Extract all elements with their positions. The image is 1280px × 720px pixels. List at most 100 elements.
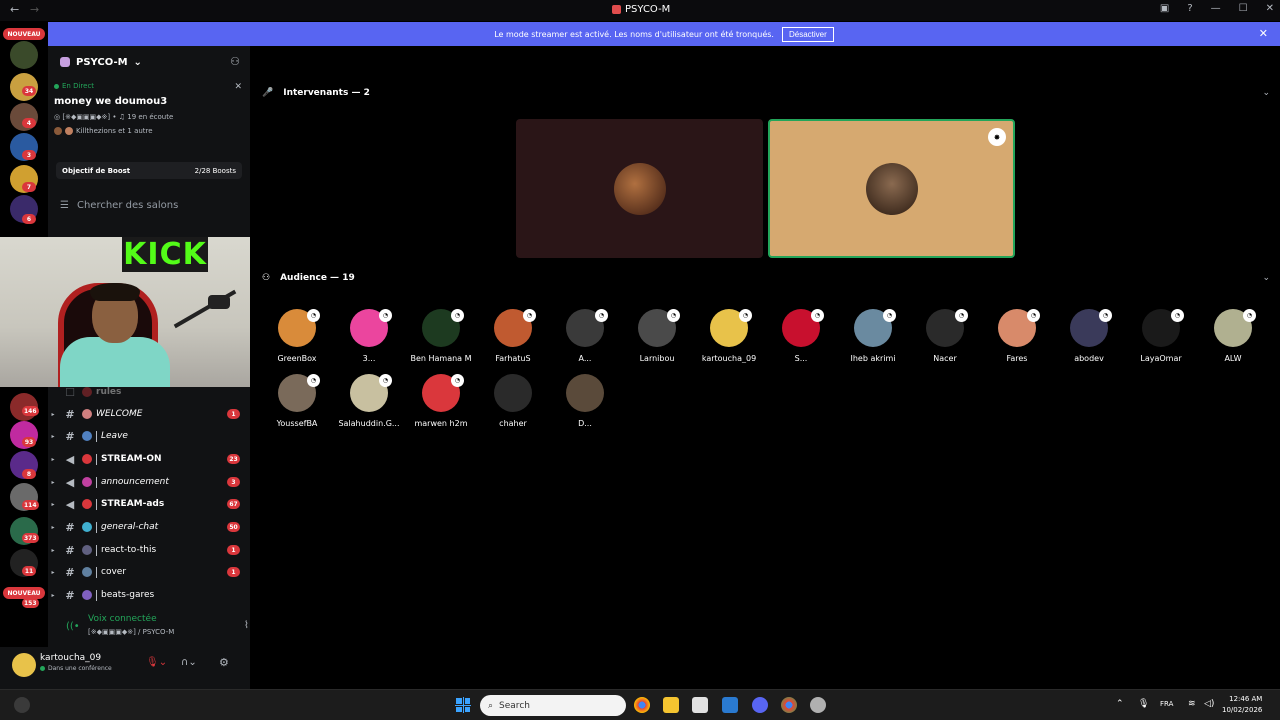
boost-goal[interactable]: Objectif de Boost 2/28 Boosts xyxy=(56,162,242,179)
listening-icon: ◔ xyxy=(451,374,464,387)
audience-member[interactable]: ◔ ALW xyxy=(1197,309,1269,369)
caret-icon: ▸ xyxy=(51,432,55,440)
muted-mic-icon[interactable]: 🎙⌄ xyxy=(146,657,167,668)
hash-icon: # xyxy=(65,429,75,443)
disable-streamer-button[interactable]: Désactiver xyxy=(781,26,834,42)
unread-badge: 1 xyxy=(227,545,240,555)
discord-icon[interactable] xyxy=(752,697,768,713)
divider xyxy=(96,566,97,578)
audience-member[interactable]: chaher xyxy=(477,374,549,434)
minimize-button[interactable]: — xyxy=(1211,3,1221,14)
server-icon[interactable] xyxy=(10,41,38,69)
listening-icon: ◔ xyxy=(379,374,392,387)
audience-member[interactable]: ◔ A... xyxy=(549,309,621,369)
back-arrow-icon[interactable]: ← xyxy=(10,3,19,16)
channel-item[interactable]: ▸ # general-chat 50 xyxy=(48,517,250,537)
channel-item[interactable]: ▸ # WELCOME 1 xyxy=(48,404,250,424)
widgets-icon[interactable] xyxy=(14,697,30,713)
voice-connected-panel: ((• Voix connectée [※◆▣▣▣◆※] / PSYCO-M ⌇… xyxy=(48,607,280,647)
chevron-down-icon[interactable]: ⌄ xyxy=(1262,273,1270,283)
speaker-tile-active[interactable]: ✸ xyxy=(768,119,1015,258)
folder-icon[interactable] xyxy=(663,697,679,713)
live-tag-text: En Direct xyxy=(62,82,95,90)
audience-member[interactable]: ◔ kartoucha_09 xyxy=(693,309,765,369)
close-window-button[interactable]: ✕ xyxy=(1266,3,1274,14)
chevron-down-icon[interactable]: ⌄ xyxy=(1262,88,1270,98)
mail-icon[interactable] xyxy=(722,697,738,713)
maximize-button[interactable]: ☐ xyxy=(1239,3,1248,14)
divider xyxy=(96,498,97,510)
microphone-shape xyxy=(208,295,230,309)
taskbar-clock[interactable]: 12:46 AM 10/02/2026 xyxy=(1222,694,1262,716)
audience-name: Salahuddin.G... xyxy=(338,419,400,428)
avatar[interactable] xyxy=(12,653,36,677)
kick-logo: KICK xyxy=(122,237,208,272)
audience-member[interactable]: ◔ S... xyxy=(765,309,837,369)
windows-start-icon[interactable] xyxy=(455,697,471,713)
user-status-text: Dans une conférence xyxy=(48,665,112,672)
channel-item[interactable]: ☐ rules xyxy=(48,382,250,402)
chrome-icon[interactable] xyxy=(781,697,797,713)
search-channels[interactable]: ☰ Chercher des salons xyxy=(60,200,178,211)
divider xyxy=(96,476,97,488)
speaker-tile[interactable] xyxy=(516,119,763,258)
audience-member[interactable]: ◔ GreenBox xyxy=(261,309,333,369)
audience-member[interactable]: ◔ Iheb akrimi xyxy=(837,309,909,369)
audience-member[interactable]: ◔ Fares xyxy=(981,309,1053,369)
listening-icon: ◔ xyxy=(1027,309,1040,322)
audience-member[interactable]: D... xyxy=(549,374,621,434)
audience-member[interactable]: ◔ abodev xyxy=(1053,309,1125,369)
channel-item[interactable]: ▸ # Leave xyxy=(48,426,250,446)
channel-name: react-to-this xyxy=(101,545,157,555)
banner-text: Le mode streamer est activé. Les noms d'… xyxy=(494,29,774,39)
clock-time: 12:46 AM xyxy=(1229,695,1263,703)
person-body-shape xyxy=(60,337,170,387)
headphones-icon[interactable]: ∩⌄ xyxy=(181,657,197,668)
close-icon[interactable]: ✕ xyxy=(1259,27,1268,40)
channel-item[interactable]: ▸ ◀ announcement 3 xyxy=(48,472,250,492)
channel-item[interactable]: ▸ ◀ STREAM-ads 67 xyxy=(48,494,250,514)
gear-icon[interactable]: ⚙ xyxy=(219,656,229,669)
audience-member[interactable]: ◔ Ben Hamana M xyxy=(405,309,477,369)
store-icon[interactable] xyxy=(692,697,708,713)
audience-member[interactable]: ◔ FarhatuS xyxy=(477,309,549,369)
audience-member[interactable]: ◔ YoussefBA xyxy=(261,374,333,434)
taskbar-search[interactable]: ⌕ Search xyxy=(480,695,626,716)
audience-name: Nacer xyxy=(933,354,957,363)
audience-member[interactable]: ◔ marwen h2m xyxy=(405,374,477,434)
audience-member[interactable]: ◔ 3... xyxy=(333,309,405,369)
channel-item[interactable]: ▸ # cover 1 xyxy=(48,562,250,582)
inbox-icon[interactable]: ▣ xyxy=(1160,3,1169,14)
channel-item[interactable]: ▸ ◀ STREAM-ON 23 xyxy=(48,449,250,469)
input-language[interactable]: FRA xyxy=(1160,700,1173,708)
audience-header[interactable]: ⚇ Audience — 19 xyxy=(262,273,355,283)
obs-icon[interactable] xyxy=(810,697,826,713)
add-member-icon[interactable]: ⚇ xyxy=(230,55,240,68)
channel-item[interactable]: ▸ # beats-gares xyxy=(48,585,250,605)
audience-member[interactable]: ◔ LayaOmar xyxy=(1125,309,1197,369)
listening-icon: ◔ xyxy=(379,309,392,322)
server-header[interactable]: PSYCO-M ⌄ ⚇ xyxy=(48,46,250,78)
boost-label: Objectif de Boost xyxy=(62,166,131,175)
people-icon: ⚇ xyxy=(262,273,271,283)
voice-title[interactable]: Voix connectée xyxy=(88,614,157,624)
listening-icon: ◔ xyxy=(739,309,752,322)
close-icon[interactable]: ✕ xyxy=(234,82,242,92)
forward-arrow-icon[interactable]: → xyxy=(30,3,39,16)
listening-icon: ◔ xyxy=(523,309,536,322)
live-stage-card[interactable]: En Direct ✕ money we doumou3 ◎ [※◆▣▣▣◆※]… xyxy=(54,82,242,154)
noise-suppression-icon[interactable]: ⌇ xyxy=(244,620,249,631)
chevron-up-icon[interactable]: ⌃ xyxy=(1116,699,1124,709)
volume-icon[interactable]: ◁) xyxy=(1204,699,1214,709)
speakers-header[interactable]: 🎤 Intervenants — 2 xyxy=(262,88,370,98)
wifi-icon[interactable]: ≋ xyxy=(1188,699,1196,709)
channel-item[interactable]: ▸ # react-to-this 1 xyxy=(48,540,250,560)
audience-member[interactable]: ◔ Nacer xyxy=(909,309,981,369)
audience-member[interactable]: ◔ Larnibou xyxy=(621,309,693,369)
window-title-text: PSYCO-M xyxy=(625,4,671,15)
audience-name: Larnibou xyxy=(639,354,675,363)
help-icon[interactable]: ? xyxy=(1187,3,1192,14)
audience-member[interactable]: ◔ Salahuddin.G... xyxy=(333,374,405,434)
chrome-icon[interactable] xyxy=(634,697,650,713)
microphone-icon[interactable]: 🎙 xyxy=(1138,699,1149,709)
